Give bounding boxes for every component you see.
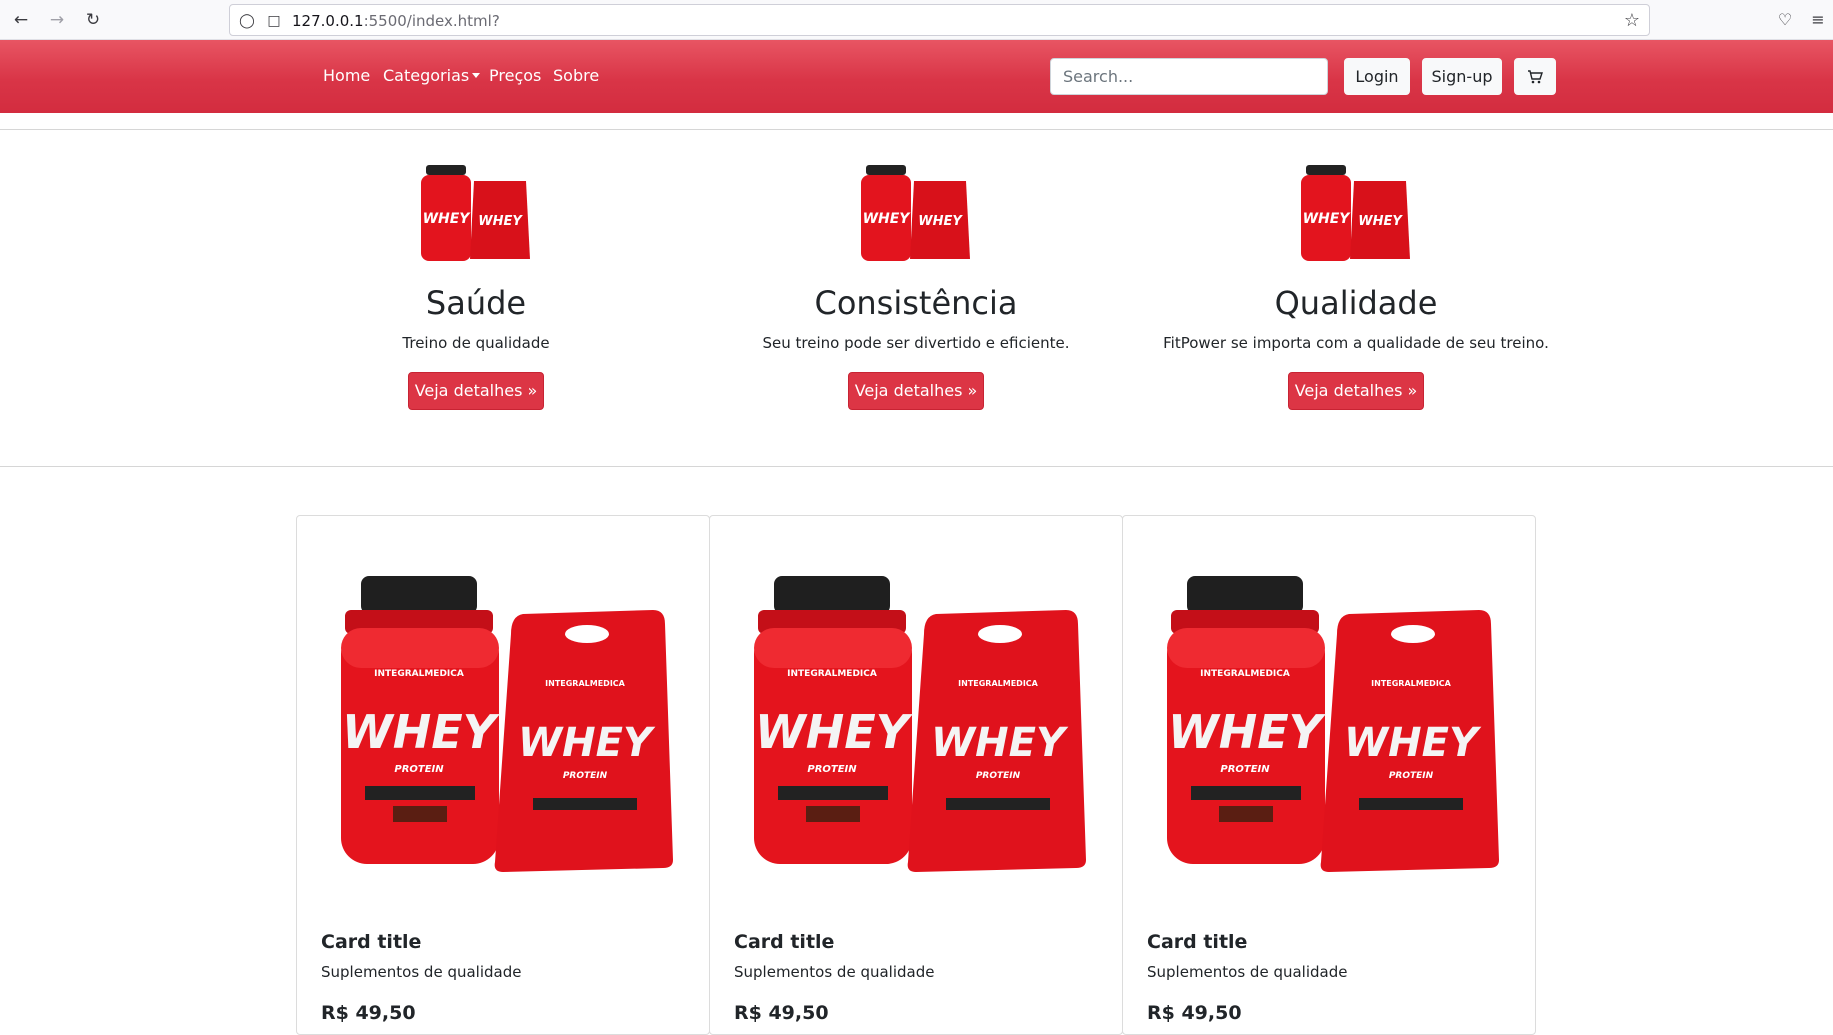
url-host: 127.0.0.1 [292, 12, 364, 30]
jar-label: WHEY [1303, 211, 1352, 227]
card-price: R$ 49,50 [734, 1002, 829, 1024]
whey-product-thumbnail: WHEY WHEY [421, 165, 530, 261]
feature-title: Saúde [425, 284, 527, 322]
card-text: Suplementos de qualidade [734, 963, 935, 981]
browser-toolbar: ← → ↻ ◯ □ 127.0.0.1:5500/index.html? ☆ ♡… [0, 0, 1833, 40]
details-button[interactable]: Veja detalhes » [1288, 372, 1424, 410]
whey-product-image: INTEGRALMEDICA WHEY PROTEIN INTEGRALMEDI… [341, 576, 673, 872]
url-text[interactable]: 127.0.0.1:5500/index.html? [292, 11, 500, 31]
login-button[interactable]: Login [1344, 58, 1410, 95]
cart-icon [1528, 70, 1543, 84]
jar-label: WHEY [342, 705, 501, 759]
pouch-label: WHEY [1358, 214, 1403, 229]
pouch-sublabel: PROTEIN [976, 771, 1021, 781]
pouch-label: WHEY [931, 720, 1069, 766]
details-button[interactable]: Veja detalhes » [848, 372, 984, 410]
menu-icon[interactable]: ≡ [1806, 8, 1830, 32]
details-button[interactable]: Veja detalhes » [408, 372, 544, 410]
feature-text: Treino de qualidade [402, 334, 550, 352]
jar-label: WHEY [1168, 705, 1327, 759]
product-card[interactable]: INTEGRALMEDICA WHEY PROTEIN INTEGRALMEDI… [296, 515, 710, 1035]
nav-categorias-label: Categorias [383, 66, 470, 85]
card-text: Suplementos de qualidade [1147, 963, 1348, 981]
brand-label: INTEGRALMEDICA [545, 679, 626, 688]
jar-sublabel: PROTEIN [394, 764, 444, 775]
jar-label: WHEY [863, 211, 912, 227]
feature-title: Consistência [814, 284, 1018, 322]
feature-column: WHEY WHEY Saúde Treino de qualidade Veja… [256, 165, 696, 415]
brand-label: INTEGRALMEDICA [787, 669, 877, 679]
address-bar[interactable]: ◯ □ 127.0.0.1:5500/index.html? ☆ [229, 4, 1650, 36]
nav-precos-link[interactable]: Preços [489, 66, 541, 86]
whey-product-thumbnail: WHEY WHEY [861, 165, 970, 261]
brand-label: INTEGRALMEDICA [1371, 679, 1452, 688]
jar-sublabel: PROTEIN [1220, 764, 1270, 775]
nav-home-link[interactable]: Home [323, 66, 370, 86]
back-arrow-icon[interactable]: ← [9, 8, 33, 32]
url-path: :5500/index.html? [363, 12, 500, 30]
bookmark-star-icon[interactable]: ☆ [1622, 11, 1642, 31]
feature-title: Qualidade [1274, 284, 1438, 322]
pouch-label: WHEY [918, 214, 963, 229]
feature-text: Seu treino pode ser divertido e eficient… [762, 334, 1070, 352]
card-title: Card title [734, 931, 835, 953]
whey-product-thumbnail: WHEY WHEY [1301, 165, 1410, 261]
page-icon: □ [267, 13, 281, 29]
reload-icon[interactable]: ↻ [81, 8, 105, 32]
pouch-label: WHEY [518, 720, 656, 766]
nav-sobre-link[interactable]: Sobre [553, 66, 599, 86]
divider [0, 466, 1833, 467]
pouch-sublabel: PROTEIN [1389, 771, 1434, 781]
brand-label: INTEGRALMEDICA [1200, 669, 1290, 679]
jar-label: WHEY [755, 705, 914, 759]
pouch-label: WHEY [478, 214, 523, 229]
pocket-icon[interactable]: ♡ [1773, 8, 1797, 32]
card-text: Suplementos de qualidade [321, 963, 522, 981]
shield-icon[interactable]: ◯ [237, 11, 257, 31]
pouch-label: WHEY [1344, 720, 1482, 766]
product-card[interactable]: INTEGRALMEDICA WHEY PROTEIN INTEGRALMEDI… [1122, 515, 1536, 1035]
jar-sublabel: PROTEIN [807, 764, 857, 775]
cart-button[interactable] [1514, 58, 1556, 95]
brand-label: INTEGRALMEDICA [958, 679, 1039, 688]
feature-column: WHEY WHEY Qualidade FitPower se importa … [1136, 165, 1576, 415]
pouch-sublabel: PROTEIN [563, 771, 608, 781]
product-card[interactable]: INTEGRALMEDICA WHEY PROTEIN INTEGRALMEDI… [709, 515, 1123, 1035]
caret-down-icon [472, 73, 481, 78]
search-input[interactable] [1050, 58, 1328, 95]
card-price: R$ 49,50 [321, 1002, 416, 1024]
nav-categorias-dropdown[interactable]: Categorias [383, 66, 481, 86]
divider [0, 129, 1833, 130]
feature-column: WHEY WHEY Consistência Seu treino pode s… [696, 165, 1136, 415]
forward-arrow-icon[interactable]: → [45, 8, 69, 32]
brand-label: INTEGRALMEDICA [374, 669, 464, 679]
feature-text: FitPower se importa com a qualidade de s… [1163, 334, 1549, 352]
site-navbar: Home Categorias Preços Sobre Login Sign-… [0, 40, 1833, 113]
card-price: R$ 49,50 [1147, 1002, 1242, 1024]
signup-button[interactable]: Sign-up [1422, 58, 1502, 95]
jar-label: WHEY [423, 211, 472, 227]
card-title: Card title [321, 931, 422, 953]
whey-product-image: INTEGRALMEDICA WHEY PROTEIN INTEGRALMEDI… [754, 576, 1086, 872]
card-title: Card title [1147, 931, 1248, 953]
whey-product-image: INTEGRALMEDICA WHEY PROTEIN INTEGRALMEDI… [1167, 576, 1499, 872]
